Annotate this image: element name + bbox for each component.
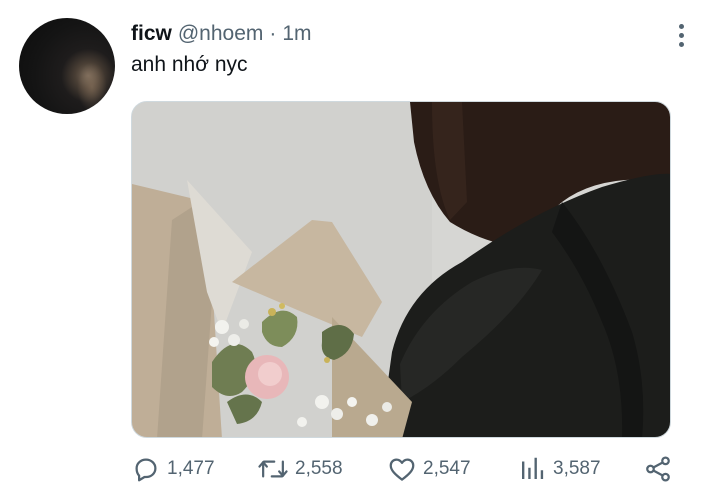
views-count: 3,587 xyxy=(553,458,601,479)
retweet-arrows-icon xyxy=(258,460,288,478)
more-dot xyxy=(678,41,684,47)
photo-bud xyxy=(324,357,330,363)
like-count: 2,547 xyxy=(423,458,471,479)
photo-flower xyxy=(297,417,307,427)
more-dot xyxy=(678,32,684,38)
tweet-actions: 1,477 2,558 2,547 3,587 xyxy=(131,450,676,488)
photo-bud xyxy=(268,308,276,316)
bar-chart-icon xyxy=(522,457,544,479)
share-nodes-icon xyxy=(646,456,670,482)
photo-flower xyxy=(382,402,392,412)
tweet-header: ficw @nhoem · 1m xyxy=(131,22,312,48)
display-name[interactable]: ficw xyxy=(131,22,172,46)
like-button[interactable]: 2,547 xyxy=(387,450,471,488)
photo-bud xyxy=(279,303,285,309)
photo-flower xyxy=(331,408,343,420)
avatar-highlight xyxy=(77,62,107,112)
photo-flower xyxy=(215,320,229,334)
timestamp[interactable]: 1m xyxy=(282,22,311,46)
tweet: ficw @nhoem · 1m anh nhớ nyc 1,477 2,558… xyxy=(0,0,720,501)
photo-flower xyxy=(366,414,378,426)
photo-flower xyxy=(209,337,219,347)
retweet-button[interactable]: 2,558 xyxy=(257,450,343,488)
reply-button[interactable]: 1,477 xyxy=(131,450,215,488)
tweet-text: anh nhớ nyc xyxy=(131,53,248,76)
tweet-photo[interactable] xyxy=(131,101,671,438)
heart-icon xyxy=(389,458,415,481)
more-dot xyxy=(678,23,684,29)
separator-dot: · xyxy=(269,22,277,45)
photo-illustration xyxy=(132,102,670,437)
reply-count: 1,477 xyxy=(167,458,215,479)
views-button[interactable]: 3,587 xyxy=(517,450,601,488)
more-options-icon[interactable] xyxy=(670,22,692,48)
speech-bubble-icon xyxy=(135,458,157,482)
photo-flower xyxy=(228,334,240,346)
photo-flower xyxy=(239,319,249,329)
user-handle[interactable]: @nhoem xyxy=(178,22,264,46)
retweet-count: 2,558 xyxy=(295,458,343,479)
photo-rose-center xyxy=(258,362,282,386)
photo-flower xyxy=(347,397,357,407)
photo-flower xyxy=(315,395,329,409)
avatar[interactable] xyxy=(19,18,115,114)
share-button[interactable] xyxy=(643,450,673,488)
